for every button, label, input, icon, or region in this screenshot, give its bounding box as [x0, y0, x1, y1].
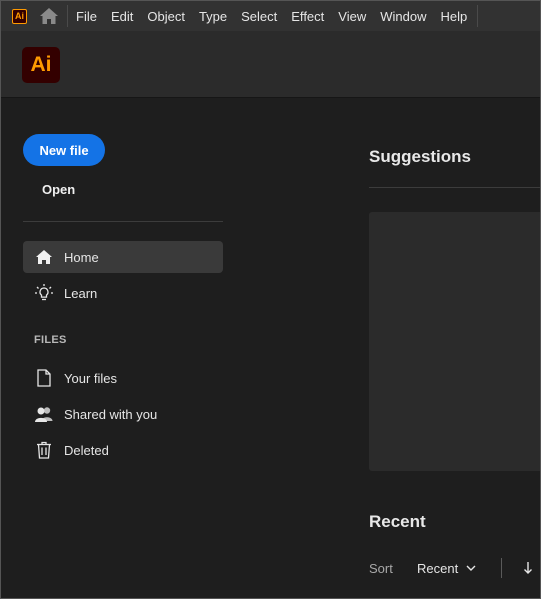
sidebar-item-learn[interactable]: Learn — [23, 277, 223, 309]
menu-object[interactable]: Object — [147, 9, 185, 24]
lightbulb-icon — [34, 283, 54, 303]
app-icon[interactable]: Ai — [12, 8, 27, 24]
menu-effect[interactable]: Effect — [291, 9, 324, 24]
open-button[interactable]: Open — [42, 182, 75, 197]
trash-icon — [34, 440, 54, 460]
document-icon — [34, 368, 54, 388]
sidebar-item-home[interactable]: Home — [23, 241, 223, 273]
recent-title: Recent — [369, 512, 426, 531]
sort-dropdown[interactable]: Recent — [417, 561, 476, 576]
sort-direction-arrow-icon[interactable] — [521, 559, 535, 577]
app-logo: Ai — [22, 47, 60, 83]
sidebar-item-label: Shared with you — [64, 406, 158, 422]
sidebar-item-label: Your files — [64, 370, 117, 386]
home-icon — [34, 247, 54, 267]
sort-value: Recent — [417, 561, 459, 576]
menu-edit[interactable]: Edit — [111, 9, 133, 24]
menu-separator-end — [477, 5, 479, 27]
menu-file[interactable]: File — [76, 9, 97, 24]
sidebar-item-label: Learn — [64, 285, 98, 301]
sidebar-item-deleted[interactable]: Deleted — [23, 434, 223, 466]
suggestions-panel — [369, 212, 540, 471]
menu-select[interactable]: Select — [241, 9, 277, 24]
menu-window[interactable]: Window — [380, 9, 426, 24]
menu-separator — [67, 5, 68, 27]
menu-view[interactable]: View — [338, 9, 366, 24]
menu-bar: Ai File Edit Object Type Select Effect V… — [1, 1, 540, 31]
suggestions-divider — [369, 187, 540, 188]
app-window: Ai File Edit Object Type Select Effect V… — [0, 0, 541, 599]
sidebar-divider — [23, 221, 223, 222]
header-band: Ai — [1, 31, 540, 98]
menu-type[interactable]: Type — [199, 9, 227, 24]
chevron-down-icon — [466, 565, 476, 572]
sort-separator — [501, 558, 502, 578]
home-icon[interactable] — [39, 6, 59, 26]
new-file-button[interactable]: New file — [23, 134, 105, 166]
sidebar-item-label: Deleted — [64, 442, 109, 458]
sidebar-item-label: Home — [64, 249, 99, 265]
menu-help[interactable]: Help — [440, 9, 467, 24]
sidebar-item-shared[interactable]: Shared with you — [23, 398, 223, 430]
suggestions-title: Suggestions — [369, 147, 472, 166]
files-section-label: FILES — [34, 334, 67, 346]
users-icon — [34, 404, 54, 424]
sidebar-item-your-files[interactable]: Your files — [23, 362, 223, 394]
sort-label: Sort — [369, 561, 393, 576]
